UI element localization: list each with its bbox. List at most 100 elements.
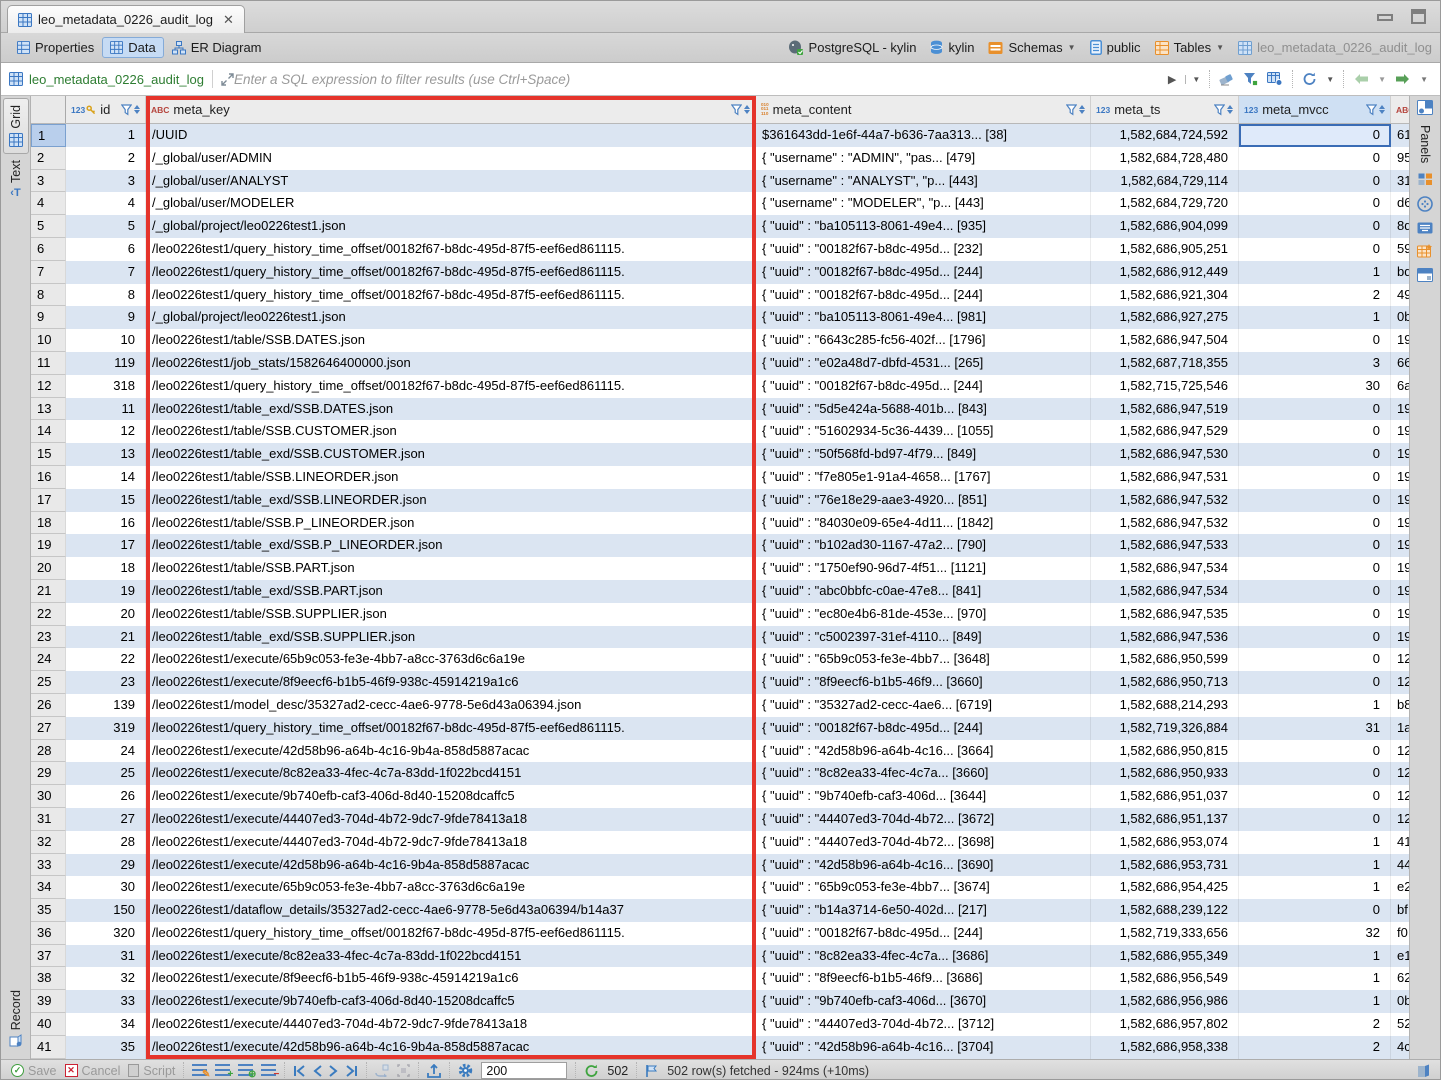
grid-cell-meta_content[interactable]: { "uuid" : "65b9c053-fe3e-4bb7... [3648] xyxy=(756,648,1091,671)
row-number[interactable]: 35 xyxy=(31,899,66,922)
row-number[interactable]: 29 xyxy=(31,762,66,785)
grid-cell-meta_key[interactable]: /leo0226test1/table_exd/SSB.LINEORDER.js… xyxy=(146,489,756,512)
grid-cell-extra[interactable]: 66 xyxy=(1391,352,1409,375)
tab-grid-view[interactable]: Grid xyxy=(3,98,29,154)
grid-cell-meta_mvcc[interactable]: 0 xyxy=(1239,466,1391,489)
grid-cell-meta_content[interactable]: { "uuid" : "00182f67-b8dc-495d... [244] xyxy=(756,375,1091,398)
grid-cell-meta_mvcc[interactable]: 0 xyxy=(1239,808,1391,831)
grid-cell-meta_content[interactable]: { "username" : "MODELER", "p... [443] xyxy=(756,192,1091,215)
grid-cell-meta_content[interactable]: { "uuid" : "b102ad30-1167-47a2... [790] xyxy=(756,534,1091,557)
grid-cell-meta_content[interactable]: { "uuid" : "ba105113-8061-49e4... [935] xyxy=(756,215,1091,238)
grid-cell-extra[interactable]: 8d xyxy=(1391,215,1409,238)
prev-row-icon[interactable] xyxy=(313,1065,322,1077)
grid-cell-meta_content[interactable]: { "username" : "ANALYST", "p... [443] xyxy=(756,170,1091,193)
row-number[interactable]: 25 xyxy=(31,671,66,694)
grid-cell-meta_mvcc[interactable]: 0 xyxy=(1239,192,1391,215)
grid-cell-meta_key[interactable]: /leo0226test1/execute/8c82ea33-4fec-4c7a… xyxy=(146,762,756,785)
grid-cell-meta_mvcc[interactable]: 0 xyxy=(1239,512,1391,535)
row-number[interactable]: 38 xyxy=(31,967,66,990)
column-header-meta_mvcc[interactable]: 123meta_mvcc xyxy=(1239,96,1391,123)
grid-cell-id[interactable]: 21 xyxy=(66,626,146,649)
calculator-icon[interactable] xyxy=(1418,173,1433,186)
grid-cell-meta_content[interactable]: { "uuid" : "9b740efb-caf3-406d... [3644] xyxy=(756,785,1091,808)
grid-cell-id[interactable]: 14 xyxy=(66,466,146,489)
grid-cell-extra[interactable]: 12 xyxy=(1391,740,1409,763)
grid-cell-meta_key[interactable]: /leo0226test1/table/SSB.SUPPLIER.json xyxy=(146,603,756,626)
grid-cell-meta_content[interactable]: { "uuid" : "ba105113-8061-49e4... [981] xyxy=(756,306,1091,329)
grid-cell-id[interactable]: 26 xyxy=(66,785,146,808)
row-number[interactable]: 6 xyxy=(31,238,66,261)
grid-cell-extra[interactable]: 12 xyxy=(1391,785,1409,808)
minimize-button[interactable] xyxy=(1377,14,1393,21)
grid-cell-extra[interactable]: 19 xyxy=(1391,489,1409,512)
grid-cell-meta_key[interactable]: /leo0226test1/query_history_time_offset/… xyxy=(146,261,756,284)
grid-cell-meta_ts[interactable]: 1,582,686,912,449 xyxy=(1091,261,1239,284)
funnel-icon[interactable] xyxy=(1214,104,1225,116)
editor-tab[interactable]: leo_metadata_0226_audit_log ✕ xyxy=(7,5,245,33)
grid-cell-meta_key[interactable]: /leo0226test1/table_exd/SSB.P_LINEORDER.… xyxy=(146,534,756,557)
grid-cell-meta_ts[interactable]: 1,582,684,729,720 xyxy=(1091,192,1239,215)
sort-icon[interactable] xyxy=(1379,105,1385,114)
row-number[interactable]: 11 xyxy=(31,352,66,375)
grid-cell-meta_content[interactable]: { "uuid" : "00182f67-b8dc-495d... [232] xyxy=(756,238,1091,261)
grid-cell-meta_mvcc[interactable]: 0 xyxy=(1239,238,1391,261)
grid-corner[interactable] xyxy=(31,96,66,123)
row-number[interactable]: 16 xyxy=(31,466,66,489)
grid-cell-extra[interactable]: 19 xyxy=(1391,557,1409,580)
grid-cell-id[interactable]: 31 xyxy=(66,945,146,968)
grid-cell-id[interactable]: 5 xyxy=(66,215,146,238)
grid-cell-id[interactable]: 28 xyxy=(66,831,146,854)
grid-cell-meta_content[interactable]: { "uuid" : "00182f67-b8dc-495d... [244] xyxy=(756,261,1091,284)
grid-cell-meta_key[interactable]: /_global/user/ANALYST xyxy=(146,170,756,193)
sort-icon[interactable] xyxy=(134,105,140,114)
grid-cell-meta_ts[interactable]: 1,582,686,953,731 xyxy=(1091,854,1239,877)
grid-cell-extra[interactable]: 49 xyxy=(1391,284,1409,307)
grid-cell-meta_ts[interactable]: 1,582,686,955,349 xyxy=(1091,945,1239,968)
sort-icon[interactable] xyxy=(744,105,750,114)
grid-cell-id[interactable]: 35 xyxy=(66,1036,146,1059)
row-number[interactable]: 36 xyxy=(31,922,66,945)
row-number[interactable]: 1 xyxy=(31,124,66,147)
row-number[interactable]: 32 xyxy=(31,831,66,854)
export-icon[interactable] xyxy=(427,1064,441,1078)
eraser-icon[interactable] xyxy=(1219,73,1234,86)
grid-cell-extra[interactable]: d6 xyxy=(1391,192,1409,215)
grid-cell-extra[interactable]: f0 xyxy=(1391,922,1409,945)
grid-cell-id[interactable]: 27 xyxy=(66,808,146,831)
delete-row-icon[interactable]: − xyxy=(261,1064,276,1077)
grid-cell-id[interactable]: 1 xyxy=(66,124,146,147)
grid-cell-meta_mvcc[interactable]: 1 xyxy=(1239,854,1391,877)
row-number[interactable]: 28 xyxy=(31,740,66,763)
grid-cell-meta_ts[interactable]: 1,582,688,239,122 xyxy=(1091,899,1239,922)
filter-table-name[interactable]: leo_metadata_0226_audit_log xyxy=(9,72,204,87)
grid-cell-extra[interactable]: 19 xyxy=(1391,603,1409,626)
grid-cell-id[interactable]: 11 xyxy=(66,398,146,421)
grid-cell-meta_content[interactable]: { "uuid" : "8f9eecf6-b1b5-46f9... [3660] xyxy=(756,671,1091,694)
row-number[interactable]: 12 xyxy=(31,375,66,398)
row-number[interactable]: 20 xyxy=(31,557,66,580)
apply-filter-icon[interactable]: ▶ xyxy=(1168,73,1176,86)
grid-cell-meta_content[interactable]: { "uuid" : "9b740efb-caf3-406d... [3670] xyxy=(756,990,1091,1013)
row-number[interactable]: 15 xyxy=(31,443,66,466)
grid-cell-meta_ts[interactable]: 1,582,684,729,114 xyxy=(1091,170,1239,193)
next-row-icon[interactable] xyxy=(329,1065,338,1077)
row-number[interactable]: 27 xyxy=(31,717,66,740)
grid-cell-meta_ts[interactable]: 1,582,686,956,549 xyxy=(1091,967,1239,990)
grid-cell-extra[interactable]: 12 xyxy=(1391,648,1409,671)
grid-cell-id[interactable]: 10 xyxy=(66,329,146,352)
grid-cell-meta_content[interactable]: { "uuid" : "84030e09-65e4-4d11... [1842] xyxy=(756,512,1091,535)
grid-cell-meta_key[interactable]: /leo0226test1/execute/65b9c053-fe3e-4bb7… xyxy=(146,876,756,899)
breadcrumb-connection[interactable]: PostgreSQL - kylin xyxy=(788,40,917,55)
grid-cell-meta_key[interactable]: /leo0226test1/execute/44407ed3-704d-4b72… xyxy=(146,831,756,854)
grid-cell-id[interactable]: 34 xyxy=(66,1013,146,1036)
grid-cell-meta_key[interactable]: /leo0226test1/table_exd/SSB.PART.json xyxy=(146,580,756,603)
tab-data[interactable]: Data xyxy=(102,37,163,58)
filter-icon[interactable] xyxy=(1243,72,1258,86)
row-number[interactable]: 24 xyxy=(31,648,66,671)
grid-cell-meta_mvcc[interactable]: 2 xyxy=(1239,284,1391,307)
grid-cell-meta_mvcc[interactable]: 32 xyxy=(1239,922,1391,945)
value-viewer-icon[interactable] xyxy=(1417,196,1433,212)
grid-cell-id[interactable]: 119 xyxy=(66,352,146,375)
filter-history-dropdown-icon[interactable]: ▼ xyxy=(1185,75,1200,84)
breadcrumb-schemas[interactable]: Schemas ▼ xyxy=(988,40,1075,55)
